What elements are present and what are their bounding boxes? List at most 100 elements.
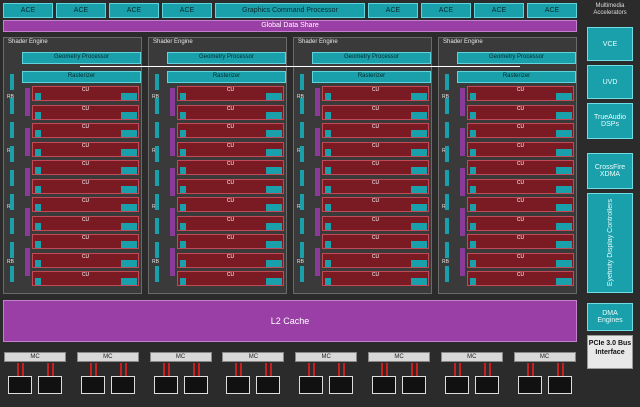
render-backend-bar — [155, 170, 159, 186]
simd-block — [470, 93, 476, 100]
simd-block — [470, 185, 476, 193]
compute-unit: CU — [467, 104, 574, 120]
uvd-block: UVD — [587, 65, 633, 99]
dma-block: DMA Engines — [587, 303, 633, 331]
ace-block: ACE — [162, 3, 212, 18]
memory-chip — [256, 376, 281, 394]
memory-link — [343, 363, 346, 376]
geometry-link-line — [80, 66, 520, 67]
cache-bar — [460, 208, 465, 236]
render-backend-bar — [155, 266, 159, 282]
cache-bar — [170, 248, 175, 276]
memory-link — [526, 363, 529, 376]
cache-bar — [460, 168, 465, 196]
graphics-command-processor: Graphics Command Processor — [215, 3, 365, 18]
memory-chip — [329, 376, 354, 394]
simd-block — [556, 278, 572, 285]
cache-bar — [25, 128, 30, 156]
cache-bar — [315, 208, 320, 236]
cache-bar — [460, 248, 465, 276]
cache-bar — [25, 208, 30, 236]
memory-link — [488, 363, 491, 376]
render-backend-bar — [445, 146, 449, 162]
compute-unit: CU — [322, 123, 429, 138]
simd-block — [325, 278, 331, 285]
compute-unit: CU — [177, 178, 284, 194]
compute-unit: CU — [322, 234, 429, 249]
render-backend-label: RB — [152, 259, 159, 265]
simd-block — [325, 93, 331, 100]
compute-unit: CU — [467, 252, 574, 268]
simd-block — [411, 167, 427, 174]
compute-unit: CU — [32, 123, 139, 138]
render-backend-bar — [300, 98, 304, 114]
simd-block — [35, 111, 41, 119]
render-backend-bar — [10, 170, 14, 186]
simd-block — [180, 241, 186, 248]
memory-link — [192, 363, 195, 376]
simd-block — [325, 185, 331, 193]
simd-block — [180, 185, 186, 193]
render-backend-bar — [155, 98, 159, 114]
simd-block — [121, 93, 137, 100]
simd-block — [470, 111, 476, 119]
compute-unit: CU — [177, 141, 284, 157]
simd-block — [180, 130, 186, 137]
cache-bar — [170, 128, 175, 156]
simd-block — [556, 222, 572, 230]
ace-block: ACE — [368, 3, 418, 18]
memory-link — [17, 363, 19, 376]
memory-link — [94, 363, 97, 376]
simd-block — [325, 259, 331, 267]
memory-link — [270, 363, 273, 376]
shader-engine-title: Shader Engine — [153, 39, 193, 45]
simd-block — [35, 93, 41, 100]
simd-block — [266, 111, 282, 119]
simd-block — [35, 222, 41, 230]
render-backend-bar — [10, 146, 14, 162]
simd-block — [411, 130, 427, 137]
memory-link — [483, 363, 486, 376]
simd-block — [121, 185, 137, 193]
rasterizer: Rasterizer — [167, 71, 286, 83]
render-backend-label: RB — [297, 259, 304, 265]
l2-cache: L2 Cache — [3, 300, 577, 342]
shader-engine-title: Shader Engine — [298, 39, 338, 45]
memory-link — [458, 363, 461, 376]
compute-unit: CU — [32, 104, 139, 120]
simd-block — [121, 204, 137, 211]
render-backend-bar — [155, 146, 159, 162]
memory-link — [411, 363, 413, 376]
geometry-processor: Geometry Processor — [457, 52, 576, 64]
compute-unit: CU — [177, 197, 284, 212]
ace-block: ACE — [56, 3, 106, 18]
cache-bar — [170, 168, 175, 196]
cache-bar — [315, 248, 320, 276]
render-backend-bar — [445, 122, 449, 138]
compute-unit: CU — [322, 104, 429, 120]
render-backend-bar — [10, 218, 14, 234]
simd-block — [325, 204, 331, 211]
simd-block — [121, 222, 137, 230]
simd-block — [35, 278, 41, 285]
simd-block — [180, 222, 186, 230]
render-backend-bar — [155, 242, 159, 258]
memory-chip — [38, 376, 62, 394]
ace-block: ACE — [421, 3, 471, 18]
simd-block — [121, 167, 137, 174]
render-backend-bar — [445, 74, 449, 90]
eyefinity-block: Eyefinity Display Controllers — [587, 193, 633, 293]
simd-block — [325, 111, 331, 119]
render-backend-bar — [155, 74, 159, 90]
render-backend-bar — [445, 218, 449, 234]
memory-controller: MC — [368, 352, 430, 362]
simd-block — [325, 167, 331, 174]
simd-block — [266, 148, 282, 156]
memory-link — [162, 363, 165, 376]
compute-unit: CU — [467, 178, 574, 194]
cache-bar — [460, 128, 465, 156]
simd-block — [556, 148, 572, 156]
compute-unit: CU — [467, 86, 574, 101]
simd-block — [325, 241, 331, 248]
simd-block — [470, 278, 476, 285]
